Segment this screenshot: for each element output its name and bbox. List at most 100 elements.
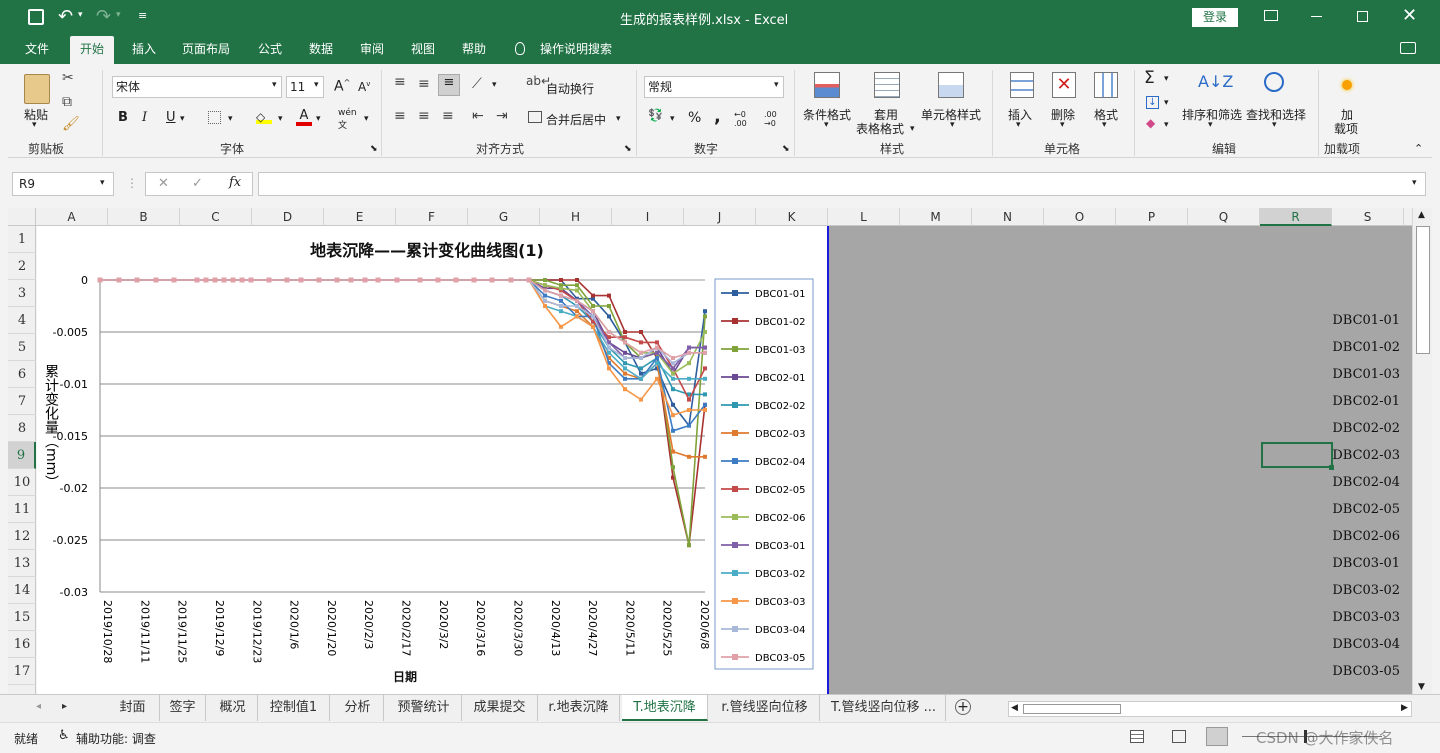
cell-R6[interactable]: DBC01-03	[1262, 367, 1400, 382]
cell-R17[interactable]: DBC03-05	[1262, 664, 1400, 679]
chevron-down-icon[interactable]: ▾	[364, 114, 369, 124]
chevron-down-icon[interactable]: ▾	[1272, 120, 1277, 130]
hscroll-thumb[interactable]	[1023, 704, 1121, 714]
scroll-right-icon[interactable]: ▶	[1401, 703, 1408, 713]
sheet-tab-8[interactable]: T.地表沉降	[622, 695, 708, 721]
column-header-E[interactable]: E	[324, 208, 396, 226]
collapse-ribbon-icon[interactable]: ⌃	[1414, 142, 1423, 155]
minimize-icon[interactable]	[1311, 16, 1322, 17]
decrease-decimal-icon[interactable]: .00 →0	[764, 110, 777, 128]
row-header-1[interactable]: 1	[8, 226, 36, 253]
prev-sheet-icon[interactable]: ◂	[36, 701, 41, 712]
font-name-select[interactable]: 宋体	[112, 76, 282, 98]
copy-icon[interactable]: ⧉	[62, 94, 72, 110]
ribbon-display-icon[interactable]	[1264, 10, 1278, 21]
align-center-icon[interactable]: ≡	[418, 108, 430, 124]
find-select-icon[interactable]	[1264, 72, 1284, 92]
chevron-down-icon[interactable]: ▾	[1164, 74, 1169, 84]
row-header-16[interactable]: 16	[8, 631, 36, 658]
number-format-select[interactable]: 常规	[644, 76, 784, 98]
column-header-A[interactable]: A	[36, 208, 108, 226]
sheet-tab-6[interactable]: 成果提交	[462, 695, 538, 721]
format-painter-icon[interactable]: 🖌	[62, 116, 80, 132]
accounting-format-icon[interactable]: 💱	[648, 108, 663, 122]
redo-dropdown-icon[interactable]: ▾	[116, 10, 121, 20]
decrease-indent-icon[interactable]: ⇤	[472, 108, 484, 124]
orientation-icon[interactable]: ⟋	[472, 76, 482, 92]
row-header-11[interactable]: 11	[8, 496, 36, 523]
tab-insert[interactable]: 插入	[132, 36, 156, 64]
row-header-15[interactable]: 15	[8, 604, 36, 631]
increase-font-icon[interactable]: A^	[334, 78, 350, 95]
tab-review[interactable]: 审阅	[360, 36, 384, 64]
insert-cells-icon[interactable]	[1010, 72, 1034, 98]
format-cells-icon[interactable]	[1094, 72, 1118, 98]
row-header-17[interactable]: 17	[8, 658, 36, 685]
sheet-tab-0[interactable]: 封面	[106, 695, 160, 721]
cell-R10[interactable]: DBC02-04	[1262, 475, 1400, 490]
decrease-font-icon[interactable]: Av	[358, 80, 370, 94]
active-cell-R9[interactable]	[1261, 442, 1333, 468]
cell-R15[interactable]: DBC03-03	[1262, 610, 1400, 625]
increase-decimal-icon[interactable]: ←0.00	[734, 110, 747, 128]
chevron-down-icon[interactable]: ▾	[1016, 120, 1021, 130]
italic-button[interactable]: I	[142, 110, 147, 125]
chevron-down-icon[interactable]: ▾	[774, 80, 779, 90]
formula-input[interactable]	[258, 172, 1426, 196]
row-header-8[interactable]: 8	[8, 415, 36, 442]
chevron-down-icon[interactable]: ▾	[824, 120, 829, 130]
cell-R8[interactable]: DBC02-02	[1262, 421, 1400, 436]
chevron-down-icon[interactable]: ▾	[1060, 120, 1065, 130]
accessibility-status[interactable]: 辅助功能: 调查	[76, 730, 156, 747]
scroll-down-icon[interactable]: ▼	[1418, 682, 1425, 692]
row-header-7[interactable]: 7	[8, 388, 36, 415]
cell-R4[interactable]: DBC01-01	[1262, 313, 1400, 328]
align-left-icon[interactable]: ≡	[394, 108, 406, 124]
column-header-F[interactable]: F	[396, 208, 468, 226]
sheet-tab-1[interactable]: 签字	[160, 695, 206, 721]
chevron-down-icon[interactable]: ▾	[1208, 120, 1213, 130]
chevron-down-icon[interactable]: ▾	[278, 114, 283, 124]
vertical-scrollbar[interactable]: ▲ ▼	[1412, 208, 1432, 694]
confirm-entry-icon[interactable]: ✓	[192, 176, 203, 191]
redo-icon[interactable]: ↷	[96, 6, 111, 27]
align-bottom-icon[interactable]: ≡	[438, 74, 460, 96]
column-header-P[interactable]: P	[1116, 208, 1188, 226]
conditional-format-icon[interactable]	[814, 72, 840, 98]
cell-R14[interactable]: DBC03-02	[1262, 583, 1400, 598]
row-header-2[interactable]: 2	[8, 253, 36, 280]
column-header-H[interactable]: H	[540, 208, 612, 226]
chevron-down-icon[interactable]: ▾	[950, 120, 955, 130]
row-header-14[interactable]: 14	[8, 577, 36, 604]
underline-button[interactable]: U	[166, 110, 176, 125]
scroll-up-icon[interactable]: ▲	[1418, 210, 1425, 220]
merge-center-button[interactable]: 合并后居中	[546, 111, 606, 128]
column-header-D[interactable]: D	[252, 208, 324, 226]
chevron-down-icon[interactable]: ▾	[100, 178, 105, 188]
sheet-tab-10[interactable]: T.管线竖向位移 ...	[822, 695, 946, 721]
column-header-N[interactable]: N	[972, 208, 1044, 226]
column-header-J[interactable]: J	[684, 208, 756, 226]
scroll-left-icon[interactable]: ◀	[1011, 703, 1018, 713]
chevron-down-icon[interactable]: ▾	[316, 114, 321, 124]
add-sheet-icon[interactable]: +	[955, 699, 971, 715]
worksheet-grid[interactable]: 地表沉降——累计变化曲线图(1) 0 -0.005 -0.01 -0.015 -0.02…	[37, 226, 829, 694]
chevron-down-icon[interactable]: ▾	[670, 114, 675, 124]
login-button[interactable]: 登录	[1192, 8, 1238, 27]
phonetic-icon[interactable]: wén 文	[338, 108, 357, 131]
chevron-down-icon[interactable]: ▾	[314, 80, 319, 90]
column-header-S[interactable]: S	[1332, 208, 1404, 226]
chevron-down-icon[interactable]: ▾	[1164, 98, 1169, 108]
font-color-icon[interactable]: A	[296, 108, 312, 126]
tab-formulas[interactable]: 公式	[258, 36, 282, 64]
row-header-5[interactable]: 5	[8, 334, 36, 361]
paste-icon[interactable]	[24, 74, 50, 104]
undo-dropdown-icon[interactable]: ▾	[78, 10, 83, 20]
tab-help[interactable]: 帮助	[462, 36, 486, 64]
column-header-I[interactable]: I	[612, 208, 684, 226]
comments-icon[interactable]	[1400, 42, 1416, 54]
sheet-tab-9[interactable]: r.管线竖向位移	[710, 695, 820, 721]
horizontal-scrollbar[interactable]: ◀ ▶	[1008, 701, 1412, 717]
align-top-icon[interactable]: ≡	[394, 74, 406, 90]
cut-icon[interactable]: ✂	[62, 70, 74, 86]
